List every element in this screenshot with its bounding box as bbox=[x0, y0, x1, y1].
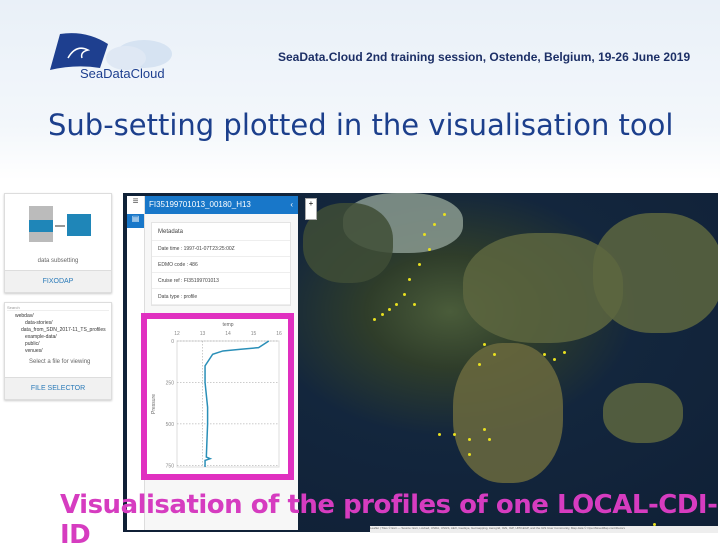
x-axis-label: temp bbox=[222, 322, 233, 328]
logo-text: SeaDataCloud bbox=[80, 66, 165, 81]
x-tick-label: 12 bbox=[174, 331, 180, 337]
tree-item[interactable]: example-data/ bbox=[15, 334, 111, 341]
map-data-point[interactable] bbox=[433, 223, 436, 226]
subsetting-label: data subsetting bbox=[37, 258, 79, 264]
profile-id: FI35199701013_00180_H13 bbox=[149, 200, 251, 209]
map-data-point[interactable] bbox=[373, 318, 376, 321]
map-data-point[interactable] bbox=[438, 433, 441, 436]
tree-item[interactable]: public/ bbox=[15, 341, 111, 348]
tree-item[interactable]: data-stories/ bbox=[15, 320, 111, 327]
map-data-point[interactable] bbox=[468, 453, 471, 456]
metadata-heading: Metadata bbox=[152, 223, 290, 241]
map-data-point[interactable] bbox=[418, 263, 421, 266]
slide-title: Sub-setting plotted in the visualisation… bbox=[48, 108, 674, 142]
metadata-row: Date time : 1997-01-07T23:25:00Z bbox=[152, 241, 290, 257]
slide-header bbox=[0, 0, 720, 180]
y-tick-label: 750 bbox=[166, 463, 175, 469]
map-data-point[interactable] bbox=[413, 303, 416, 306]
map-data-point[interactable] bbox=[428, 248, 431, 251]
y-tick-label: 500 bbox=[166, 422, 175, 428]
y-axis-label: Pressure bbox=[151, 394, 157, 414]
map-data-point[interactable] bbox=[483, 428, 486, 431]
tree-item[interactable]: venues/ bbox=[15, 348, 111, 355]
plot-area bbox=[176, 340, 280, 468]
map-data-point[interactable] bbox=[381, 313, 384, 316]
layers-icon[interactable]: ▤ bbox=[127, 214, 144, 228]
map-data-point[interactable] bbox=[488, 438, 491, 441]
map-data-point[interactable] bbox=[493, 353, 496, 356]
y-tick-label: 250 bbox=[166, 380, 175, 386]
subsetting-icon bbox=[29, 206, 91, 242]
map-data-point[interactable] bbox=[423, 233, 426, 236]
subsetting-card[interactable]: data subsetting FIXODAP bbox=[4, 193, 112, 293]
map-data-point[interactable] bbox=[453, 433, 456, 436]
metadata-box: Metadata Date time : 1997-01-07T23:25:00… bbox=[151, 222, 291, 306]
map-data-point[interactable] bbox=[468, 438, 471, 441]
x-tick-label: 13 bbox=[200, 331, 206, 337]
file-selector-card: Search webdav/ data-stories/ data_from_S… bbox=[4, 302, 112, 400]
tree-item[interactable]: webdav/ bbox=[15, 313, 111, 320]
profile-line bbox=[204, 340, 270, 467]
map-attribution: Leaflet | Tiles © Esri — Source: Esri, i… bbox=[370, 526, 718, 533]
map-data-point[interactable] bbox=[395, 303, 398, 306]
map-data-point[interactable] bbox=[478, 363, 481, 366]
event-subtitle: SeaData.Cloud 2nd training session, Oste… bbox=[278, 50, 691, 64]
map-data-point[interactable] bbox=[388, 308, 391, 311]
collapse-button[interactable]: ‹ bbox=[290, 196, 298, 214]
metadata-row: Data type : profile bbox=[152, 289, 290, 305]
metadata-row: Cruise ref : FI35199701013 bbox=[152, 273, 290, 289]
map-data-point[interactable] bbox=[408, 278, 411, 281]
map-data-point[interactable] bbox=[543, 353, 546, 356]
x-tick-label: 16 bbox=[276, 331, 282, 337]
map-data-point[interactable] bbox=[483, 343, 486, 346]
fixodap-button[interactable]: FIXODAP bbox=[5, 270, 111, 292]
y-tick-label: 0 bbox=[171, 339, 174, 345]
file-selector-button[interactable]: FILE SELECTOR bbox=[5, 377, 111, 399]
search-input[interactable]: Search bbox=[7, 305, 109, 311]
profile-chart-highlight: temp Pressure 12 13 14 15 16 0 250 500 750 bbox=[141, 313, 294, 480]
map-data-point[interactable] bbox=[403, 293, 406, 296]
select-hint: Select a file for viewing bbox=[29, 359, 91, 365]
map-data-point[interactable] bbox=[443, 213, 446, 216]
tree-item[interactable]: data_from_SDN_2017-11_TS_profiles bbox=[15, 327, 111, 334]
panel-title: FI35199701013_00180_H13 ‹ bbox=[145, 196, 298, 214]
zoom-in-button[interactable]: + bbox=[305, 198, 317, 220]
profile-chart: temp Pressure 12 13 14 15 16 0 250 500 750 bbox=[151, 322, 282, 469]
map-data-point[interactable] bbox=[563, 351, 566, 354]
x-tick-label: 15 bbox=[251, 331, 257, 337]
slide-caption: Visualisation of the profiles of one LOC… bbox=[60, 490, 718, 550]
x-tick-label: 14 bbox=[225, 331, 231, 337]
menu-icon[interactable]: ≡ bbox=[127, 196, 144, 214]
map-data-point[interactable] bbox=[553, 358, 556, 361]
metadata-row: EDMO code : 486 bbox=[152, 257, 290, 273]
